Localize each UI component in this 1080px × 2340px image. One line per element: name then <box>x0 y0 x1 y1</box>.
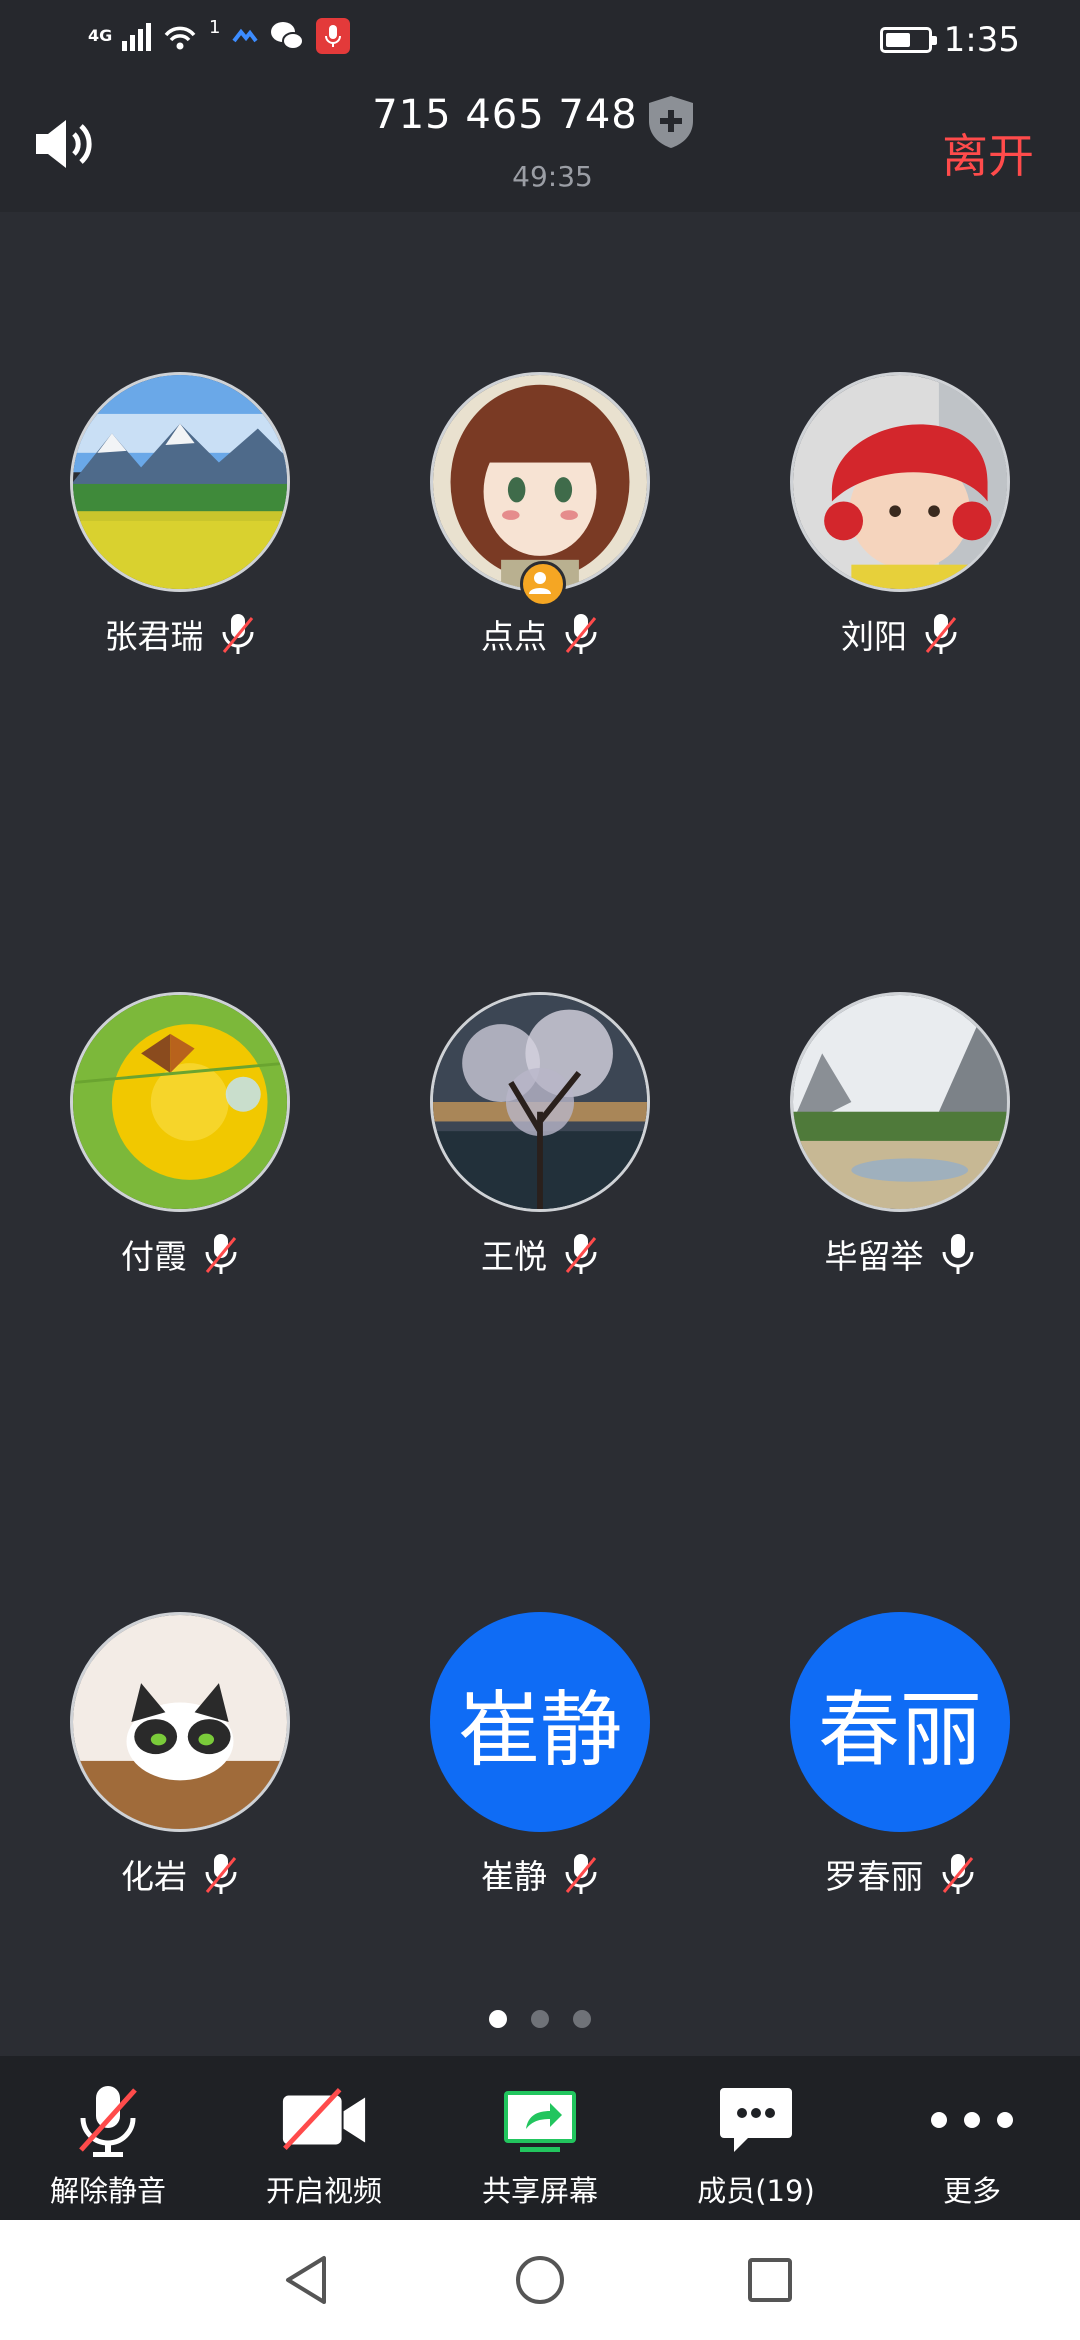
network-type: 4G <box>88 26 113 45</box>
avatar <box>790 372 1010 592</box>
meeting-header: 715 465 748 49:35 离开 <box>0 80 1080 212</box>
participant-tile[interactable]: 付霞 <box>30 992 330 1278</box>
participant-name: 化岩 <box>121 1857 187 1896</box>
page-dot[interactable] <box>531 2010 549 2028</box>
mic-muted-icon <box>222 614 253 654</box>
unmute-label: 解除静音 <box>49 2174 166 2208</box>
participant-name: 付霞 <box>121 1237 187 1276</box>
wifi-badge: 1 <box>209 16 221 38</box>
mic-muted-icon <box>925 614 957 654</box>
start-video-button[interactable]: 开启视频 <box>216 2056 432 2220</box>
more-button[interactable]: 更多 <box>864 2056 1080 2220</box>
page-dot[interactable] <box>573 2010 591 2028</box>
participant-name: 点点 <box>481 617 547 656</box>
meeting-id[interactable]: 715 465 748 <box>0 92 1010 138</box>
meeting-toolbar: 解除静音 开启视频 共享屏幕 成员(19) 更多 <box>0 2056 1080 2220</box>
more-dots-icon <box>931 2112 1013 2128</box>
participant-name: 张君瑞 <box>104 617 204 656</box>
share-screen-label: 共享屏幕 <box>481 2174 598 2208</box>
page-dot[interactable] <box>489 2010 507 2028</box>
mic-on-icon <box>942 1234 973 1274</box>
mic-muted-icon <box>565 1854 597 1894</box>
avatar <box>70 372 290 592</box>
participant-tile[interactable]: 崔静 崔静 <box>390 1612 690 1898</box>
avatar <box>430 372 650 607</box>
leave-button[interactable]: 离开 <box>942 120 1034 186</box>
security-shield-icon[interactable] <box>646 94 696 150</box>
mic-muted-icon <box>565 1234 597 1274</box>
battery-icon <box>879 27 937 53</box>
avatar <box>430 992 650 1212</box>
participant-tile[interactable]: 化岩 <box>30 1612 330 1898</box>
participant-name: 王悦 <box>481 1237 547 1276</box>
video-off-icon <box>282 2088 366 2151</box>
signal-icon <box>122 21 151 51</box>
mic-muted-icon <box>205 1234 237 1274</box>
participant-tile[interactable]: 毕留举 <box>750 992 1050 1278</box>
mic-muted-icon <box>942 1854 973 1894</box>
home-icon[interactable] <box>510 2250 570 2310</box>
back-icon[interactable] <box>278 2250 338 2310</box>
participant-name: 毕留举 <box>824 1237 924 1276</box>
share-screen-icon <box>504 2091 576 2152</box>
system-nav-bar <box>0 2220 1080 2340</box>
page-indicator[interactable] <box>0 2010 1080 2028</box>
app-notification-icon <box>232 28 259 43</box>
start-video-label: 开启视频 <box>265 2174 382 2208</box>
participant-tile[interactable]: 春丽 罗春丽 <box>750 1612 1050 1898</box>
share-screen-button[interactable]: 共享屏幕 <box>432 2056 648 2220</box>
participant-tile[interactable]: 刘阳 <box>750 372 1050 658</box>
participant-name: 刘阳 <box>841 617 907 656</box>
unmute-button[interactable]: 解除静音 <box>0 2056 216 2220</box>
mic-muted-icon <box>205 1854 237 1894</box>
avatar-initials: 春丽 <box>790 1612 1010 1832</box>
participant-tile[interactable]: 张君瑞 <box>30 372 330 658</box>
status-bar: 4G 1 1:35 <box>0 0 1080 80</box>
participant-tile[interactable]: 点点 <box>390 372 690 658</box>
avatar <box>790 992 1010 1212</box>
mic-muted-icon <box>565 614 597 654</box>
members-label: 成员(19) <box>697 2174 815 2208</box>
participant-name: 崔静 <box>481 1857 547 1896</box>
members-button[interactable]: 成员(19) <box>648 2056 864 2220</box>
participant-tile[interactable]: 王悦 <box>390 992 690 1278</box>
recording-mic-icon <box>316 18 351 54</box>
avatar <box>70 992 290 1212</box>
mic-muted-icon <box>79 2086 137 2157</box>
host-badge-icon <box>520 561 566 607</box>
avatar-initials: 崔静 <box>430 1612 650 1832</box>
meeting-timer: 49:35 <box>512 160 593 193</box>
clock: 1:35 <box>943 20 1020 60</box>
recents-icon[interactable] <box>740 2250 800 2310</box>
wifi-icon <box>164 26 196 50</box>
wechat-icon <box>271 22 305 50</box>
chat-bubble-icon <box>720 2088 792 2152</box>
avatar <box>70 1612 290 1832</box>
more-label: 更多 <box>942 2174 1001 2208</box>
participant-name: 罗春丽 <box>824 1857 924 1896</box>
